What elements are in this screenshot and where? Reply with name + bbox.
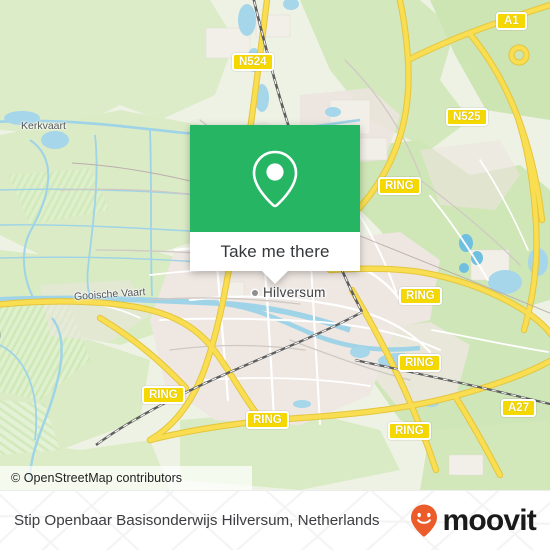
popup-pointer-tail	[262, 271, 288, 284]
take-me-there-label: Take me there	[220, 241, 330, 261]
moovit-smiley-pin-icon	[411, 504, 438, 537]
popup-icon-area	[190, 125, 360, 232]
moovit-logo[interactable]: moovit	[409, 503, 537, 539]
location-popup-card[interactable]: Take me there	[190, 125, 360, 284]
osm-attribution[interactable]: © OpenStreetMap contributors	[0, 466, 252, 490]
map-pin-icon	[252, 150, 298, 207]
map-canvas[interactable]: Kerkvaart Gooische Vaart ei Hilversum N5…	[0, 0, 550, 490]
location-title: Stip Openbaar Basisonderwijs Hilversum, …	[14, 512, 380, 529]
take-me-there-button[interactable]: Take me there	[190, 232, 360, 284]
osm-attribution-text: © OpenStreetMap contributors	[11, 471, 183, 485]
map-share-page: Kerkvaart Gooische Vaart ei Hilversum N5…	[0, 0, 550, 550]
footer-bar: Stip Openbaar Basisonderwijs Hilversum, …	[0, 490, 550, 550]
moovit-wordmark: moovit	[442, 504, 536, 537]
